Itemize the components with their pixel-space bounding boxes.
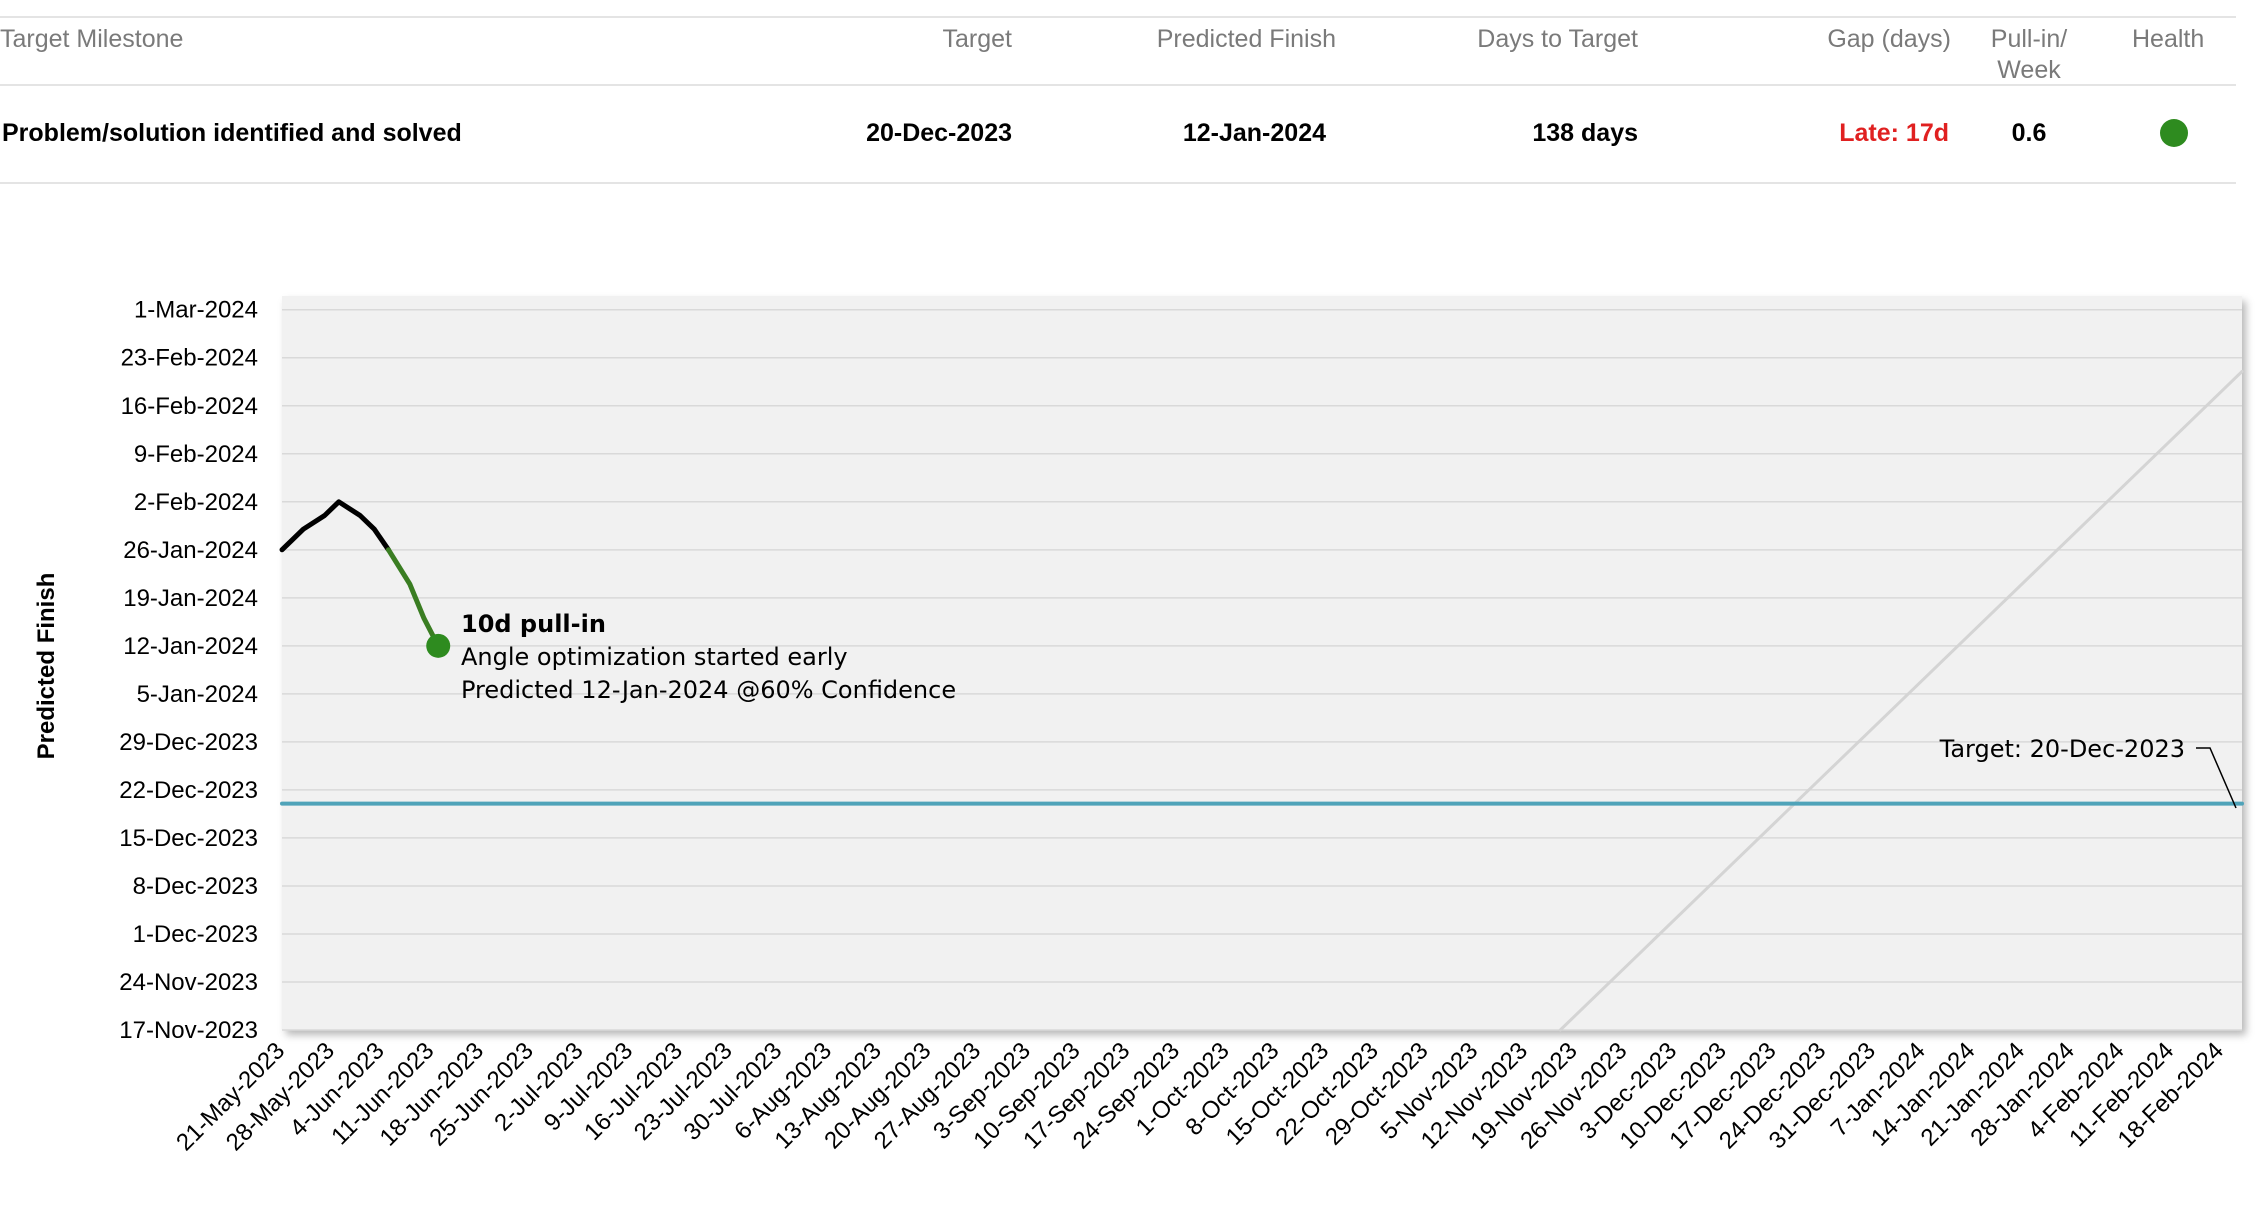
- y-tick-label: 8-Dec-2023: [133, 873, 258, 900]
- current-prediction-marker: [426, 633, 451, 658]
- y-tick-label: 2-Feb-2024: [134, 489, 258, 516]
- y-tick-label: 17-Nov-2023: [119, 1017, 258, 1044]
- milestone-gap-status: Late: 17d: [1839, 119, 1949, 147]
- milestone-row: Problem/solution identified and solved 2…: [0, 86, 2236, 184]
- summary-header-row: Target Milestone Target Predicted Finish…: [0, 18, 2236, 86]
- milestone-target-date: 20-Dec-2023: [866, 119, 1012, 147]
- header-target-milestone: Target Milestone: [0, 25, 184, 53]
- header-days-to-target: Days to Target: [1477, 25, 1638, 53]
- milestone-name: Problem/solution identified and solved: [2, 119, 462, 147]
- y-tick-label: 19-Jan-2024: [123, 585, 258, 612]
- annotation-line2: Predicted 12-Jan-2024 @60% Confidence: [461, 676, 956, 704]
- milestone-pull-in-rate: 0.6: [2011, 119, 2047, 147]
- y-tick-label: 9-Feb-2024: [134, 441, 258, 468]
- header-health: Health: [2132, 25, 2205, 53]
- target-label: Target: 20-Dec-2023: [1939, 735, 2185, 763]
- y-tick-label: 12-Jan-2024: [123, 633, 258, 660]
- y-tick-label: 15-Dec-2023: [119, 825, 258, 852]
- health-status-indicator: [2160, 119, 2188, 147]
- y-tick-label: 26-Jan-2024: [123, 537, 258, 564]
- milestone-summary-table: Target Milestone Target Predicted Finish…: [0, 16, 2236, 184]
- milestone-predicted-finish: 12-Jan-2024: [1182, 119, 1326, 147]
- y-tick-label: 29-Dec-2023: [119, 729, 258, 756]
- y-tick-label: 5-Jan-2024: [137, 681, 258, 708]
- predicted-finish-chart: 17-Nov-2023 24-Nov-2023 1-Dec-2023 8-Dec-20…: [33, 296, 2244, 1156]
- y-tick-label: 24-Nov-2023: [119, 969, 258, 996]
- header-pull-in-line2: Week: [1997, 56, 2061, 84]
- x-axis-ticks: 21-May-202328-May-20234-Jun-202311-Jun-2…: [171, 1037, 2229, 1156]
- y-axis-title: Predicted Finish: [33, 573, 60, 760]
- y-tick-label: 22-Dec-2023: [119, 777, 258, 804]
- header-pull-in-week: Pull-in/ Week: [1988, 24, 2070, 86]
- y-tick-label: 1-Mar-2024: [134, 297, 258, 324]
- header-predicted-finish: Predicted Finish: [1156, 25, 1336, 53]
- annotation-title: 10d pull-in: [461, 610, 606, 638]
- header-pull-in-line1: Pull-in/: [1990, 25, 2068, 53]
- y-axis-ticks: 17-Nov-2023 24-Nov-2023 1-Dec-2023 8-Dec-20…: [119, 297, 258, 1044]
- y-tick-label: 1-Dec-2023: [133, 921, 258, 948]
- y-tick-label: 23-Feb-2024: [121, 345, 258, 372]
- annotation-line1: Angle optimization started early: [461, 643, 848, 671]
- header-target: Target: [942, 25, 1012, 53]
- header-gap-days: Gap (days): [1827, 25, 1951, 53]
- y-tick-label: 16-Feb-2024: [121, 393, 258, 420]
- milestone-days-to-target: 138 days: [1532, 119, 1638, 147]
